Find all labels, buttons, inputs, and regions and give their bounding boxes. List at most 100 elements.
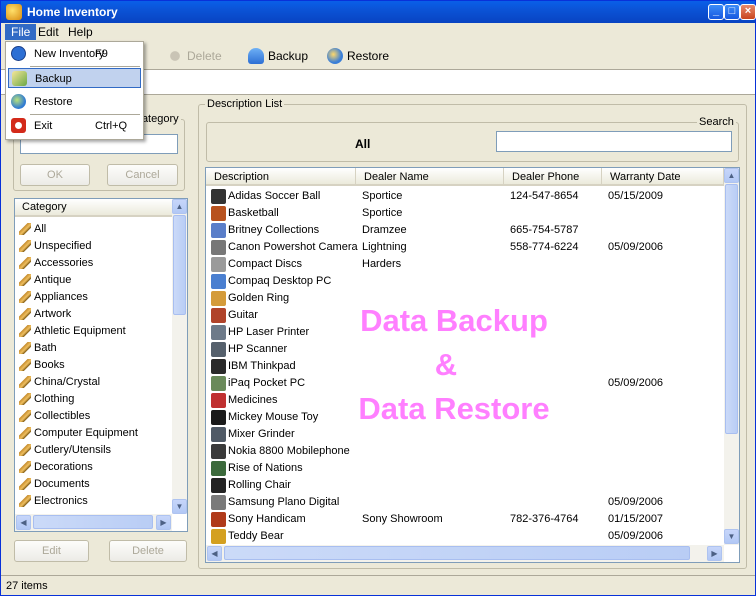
table-row[interactable]: Adidas Soccer Ball Sportice 124-547-8654 05… [206, 188, 724, 205]
category-item[interactable]: All [19, 220, 46, 237]
cell-desc: Mickey Mouse Toy [228, 411, 319, 423]
category-hscroll[interactable]: ◀ ▶ [15, 514, 172, 531]
category-item[interactable]: Artwork [19, 305, 71, 322]
cell-date: 05/09/2006 [608, 377, 664, 389]
menu-edit[interactable]: Edit [32, 24, 65, 40]
table-row[interactable]: Canon Powershot Camera Lightning 558-774-6… [206, 239, 724, 256]
table-header: Description Dealer Name Dealer Phone War… [206, 168, 724, 186]
table-row[interactable]: Compact Discs Harders [206, 256, 724, 273]
backup-icon [12, 71, 27, 86]
delete-category-button[interactable]: Delete [109, 540, 187, 562]
scroll-right-icon[interactable]: ▶ [707, 546, 722, 561]
table-row[interactable]: Rolling Chair [206, 477, 724, 494]
menu-item-backup[interactable]: Backup [8, 68, 141, 88]
category-item[interactable]: Bath [19, 339, 57, 356]
column-description[interactable]: Description [206, 168, 356, 186]
category-item[interactable]: Collectibles [19, 407, 90, 424]
menu-item-label: Backup [35, 73, 72, 85]
cell-desc: Compaq Desktop PC [228, 275, 332, 287]
category-item[interactable]: Clothing [19, 390, 74, 407]
table-row[interactable]: Teddy Bear 05/09/2006 [206, 528, 724, 544]
category-item[interactable]: Athletic Equipment [19, 322, 126, 339]
category-item-label: Artwork [34, 307, 72, 320]
item-thumbnail-icon [211, 308, 226, 323]
category-list: Category All Unspecified Accessories Antiqu… [14, 198, 188, 532]
scroll-up-icon[interactable]: ▲ [724, 168, 739, 183]
maximize-button[interactable]: □ [724, 4, 740, 20]
category-item-label: Antique [34, 273, 72, 286]
category-item[interactable]: Cutlery/Utensils [19, 441, 111, 458]
menu-item-exit[interactable]: Exit Ctrl+Q [8, 116, 141, 136]
category-vscroll[interactable]: ▲ ▼ [172, 199, 187, 514]
pencil-icon [19, 409, 31, 422]
ok-button[interactable]: OK [20, 164, 90, 186]
cell-desc: Compact Discs [228, 258, 302, 270]
backup-toolbar-button[interactable]: Backup [248, 45, 308, 67]
category-vscroll-thumb[interactable] [173, 215, 186, 315]
category-item[interactable]: Books [19, 356, 65, 373]
status-bar: 27 items [1, 575, 755, 596]
table-row[interactable]: Samsung Plano Digital 05/09/2006 [206, 494, 724, 511]
description-hscroll-thumb[interactable] [224, 546, 690, 560]
table-row[interactable]: Rise of Nations [206, 460, 724, 477]
pencil-icon [19, 392, 31, 405]
column-dealer-name[interactable]: Dealer Name [356, 168, 504, 186]
edit-category-button[interactable]: Edit [14, 540, 89, 562]
category-item[interactable]: Appliances [19, 288, 88, 305]
description-vscroll[interactable]: ▲ ▼ [724, 168, 739, 545]
category-item-label: All [34, 222, 47, 235]
cell-dealer: Harders [362, 258, 402, 270]
exit-icon [11, 118, 26, 133]
cell-desc: Sony Handicam [228, 513, 306, 525]
scroll-right-icon[interactable]: ▶ [156, 515, 171, 530]
scroll-left-icon[interactable]: ◀ [16, 515, 31, 530]
table-row[interactable]: Compaq Desktop PC [206, 273, 724, 290]
close-button[interactable]: × [740, 4, 756, 20]
menu-item-new-inventory[interactable]: New Inventory F9 [8, 44, 141, 64]
new-inventory-icon [11, 46, 26, 61]
category-item[interactable]: Documents [19, 475, 90, 492]
scroll-left-icon[interactable]: ◀ [207, 546, 222, 561]
category-item[interactable]: China/Crystal [19, 373, 100, 390]
restore-icon [327, 48, 343, 64]
pencil-icon [19, 256, 31, 269]
category-item[interactable]: Unspecified [19, 237, 91, 254]
menu-item-restore[interactable]: Restore [8, 92, 141, 112]
restore-toolbar-button[interactable]: Restore [327, 45, 389, 67]
category-item[interactable]: Accessories [19, 254, 93, 271]
minimize-button[interactable]: _ [708, 4, 724, 20]
item-thumbnail-icon [211, 291, 226, 306]
description-vscroll-thumb[interactable] [725, 184, 738, 434]
item-thumbnail-icon [211, 240, 226, 255]
table-row[interactable]: Sony Handicam Sony Showroom 782-376-4764 01… [206, 511, 724, 528]
column-dealer-phone[interactable]: Dealer Phone [504, 168, 602, 186]
cell-desc: IBM Thinkpad [228, 360, 296, 372]
delete-toolbar-button[interactable]: Delete [167, 45, 222, 67]
pencil-icon [19, 222, 31, 235]
menu-separator [30, 66, 140, 67]
search-input[interactable] [496, 131, 732, 152]
category-item[interactable]: Electronics [19, 492, 88, 509]
table-row[interactable]: Mixer Grinder [206, 426, 724, 443]
scroll-up-icon[interactable]: ▲ [172, 199, 187, 214]
scroll-down-icon[interactable]: ▼ [724, 529, 739, 544]
title-bar: Home Inventory _ □ × [1, 1, 756, 23]
category-item[interactable]: Computer Equipment [19, 424, 138, 441]
description-hscroll[interactable]: ◀ ▶ [206, 545, 724, 562]
category-hscroll-thumb[interactable] [33, 515, 153, 529]
app-icon [6, 4, 22, 20]
item-thumbnail-icon [211, 461, 226, 476]
pencil-icon [19, 273, 31, 286]
table-row[interactable]: Britney Collections Dramzee 665-754-5787 [206, 222, 724, 239]
main-window: Home Inventory _ □ × File Edit Help Dele… [0, 0, 756, 596]
scroll-down-icon[interactable]: ▼ [172, 499, 187, 514]
table-row[interactable]: Nokia 8800 Mobilephone [206, 443, 724, 460]
search-legend: Search [697, 116, 736, 128]
category-item[interactable]: Decorations [19, 458, 93, 475]
file-menu-dropdown: New Inventory F9 Backup Restore Exit Ctr… [5, 41, 144, 140]
cancel-button[interactable]: Cancel [107, 164, 178, 186]
category-item[interactable]: Antique [19, 271, 71, 288]
menu-help[interactable]: Help [62, 24, 99, 40]
column-warranty-date[interactable]: Warranty Date [602, 168, 724, 186]
table-row[interactable]: Basketball Sportice [206, 205, 724, 222]
